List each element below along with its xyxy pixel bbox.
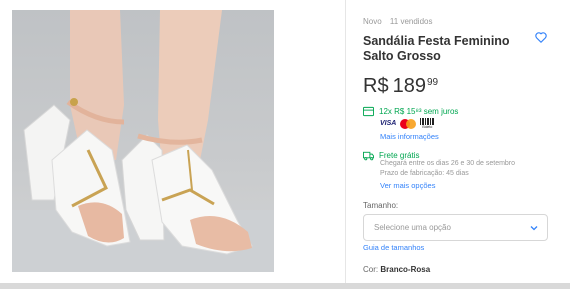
- boleto-logo: Boleto: [420, 118, 435, 129]
- size-guide-link[interactable]: Guia de tamanhos: [363, 243, 424, 252]
- chevron-down-icon: [530, 225, 538, 230]
- size-label: Tamanho:: [363, 201, 399, 210]
- page-bottom-edge: [0, 283, 570, 289]
- shipping-production: Prazo de fabricação: 45 dias: [380, 170, 469, 177]
- more-info-link[interactable]: Mais informações: [380, 132, 439, 141]
- color-row: Cor: Branco-Rosa: [363, 265, 430, 274]
- shipping-options-link[interactable]: Ver mais opções: [380, 181, 435, 190]
- price-currency: R$: [363, 75, 389, 97]
- price-integer: 189: [392, 75, 426, 97]
- shipping-arrival: Chegará entre os dias 26 e 30 de setembr…: [380, 160, 516, 167]
- installments-text: 12x R$ 15⁸³ sem juros: [379, 107, 459, 116]
- truck-icon: [363, 151, 374, 161]
- column-divider: [345, 0, 346, 283]
- visa-logo: VISA: [380, 120, 397, 127]
- sold-count: 11 vendidos: [389, 17, 433, 26]
- boleto-label: Boleto: [422, 125, 433, 129]
- price-cents: 99: [426, 77, 439, 88]
- condition-label: Novo: [363, 17, 382, 26]
- product-title: Sandália Festa Feminino Salto Grosso: [363, 34, 510, 63]
- size-select[interactable]: Selecione uma opção: [363, 214, 548, 241]
- mastercard-logo: [400, 118, 417, 129]
- product-meta: Novo 11 vendidos: [363, 17, 438, 26]
- heart-outline-icon[interactable]: [534, 30, 550, 46]
- payment-methods: VISA Boleto: [380, 118, 435, 129]
- installments-row: 12x R$ 15⁸³ sem juros: [363, 106, 458, 117]
- size-select-placeholder: Selecione uma opção: [374, 223, 451, 232]
- color-value: Branco-Rosa: [380, 265, 431, 274]
- credit-card-icon: [363, 106, 374, 117]
- color-label: Cor:: [363, 265, 379, 274]
- product-image[interactable]: [12, 10, 274, 272]
- sandal-photo-illustration: [12, 10, 274, 272]
- product-page: Novo 11 vendidos Sandália Festa Feminino…: [0, 0, 570, 289]
- shipping-title: Frete grátis: [379, 151, 420, 160]
- product-price: R$ 189 99: [363, 75, 438, 98]
